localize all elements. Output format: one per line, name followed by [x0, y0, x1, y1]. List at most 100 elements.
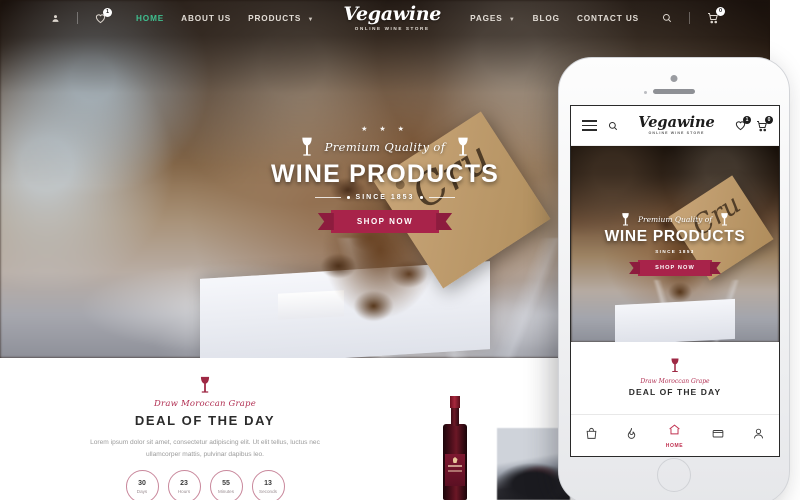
mobile-shop-now-label: SHOP NOW [638, 260, 712, 276]
nav-item-products-label: PRODUCTS [248, 13, 302, 23]
wallet-icon [711, 427, 725, 445]
since-dot [347, 196, 350, 199]
nav-item-pages-label: PAGES [470, 13, 503, 23]
chevron-down-icon: ▼ [508, 16, 516, 23]
phone-sensor [644, 91, 647, 94]
mobile-cart-button[interactable]: 0 [756, 115, 773, 132]
wine-glass-icon [455, 136, 471, 158]
wishlist-count-badge: 1 [102, 7, 112, 17]
search-icon[interactable] [608, 121, 618, 131]
deal-title: DEAL OF THE DAY [134, 413, 276, 428]
ribbon-tail-right [709, 262, 721, 274]
mobile-logo-tagline: ONLINE WINE STORE [648, 131, 705, 136]
mobile-header: Vegawine ONLINE WINE STORE 1 0 [571, 106, 779, 146]
nav-divider [76, 12, 78, 24]
mobile-deal-title: DEAL OF THE DAY [628, 387, 722, 397]
nav-item-products[interactable]: PRODUCTS ▼ [248, 14, 314, 23]
countdown-minutes-label: Minutes [217, 488, 235, 494]
wine-bottle-graphic [443, 396, 467, 500]
wine-glass-icon [719, 212, 730, 227]
countdown-hours: 23 Hours [167, 470, 201, 500]
tab-shop[interactable] [585, 427, 598, 445]
shop-now-label: SHOP NOW [330, 210, 440, 233]
phone-camera [670, 75, 678, 82]
phone-screen: Vegawine ONLINE WINE STORE 1 0 Cru Premi… [570, 105, 780, 457]
countdown-seconds-label: Seconds [259, 488, 277, 494]
since-dot [420, 196, 423, 199]
mobile-hero-section: Cru Premium Quality of WINE PRODUCTS SIN… [571, 146, 779, 342]
site-logo[interactable]: Vegawine ONLINE WINE STORE [343, 3, 442, 32]
wine-glass-icon [299, 136, 315, 158]
cart-count-badge: 0 [716, 7, 725, 16]
wine-glass-icon [620, 212, 631, 227]
wine-glass-icon [669, 356, 681, 375]
nav-divider [689, 12, 690, 24]
search-icon[interactable] [662, 13, 672, 23]
nav-item-blog[interactable]: BLOG [533, 14, 560, 23]
hero-since-label: SINCE 1853 [355, 194, 415, 201]
tab-home-label: HOME [665, 442, 684, 449]
shop-now-button[interactable]: SHOP NOW [317, 210, 453, 233]
phone-mockup: Vegawine ONLINE WINE STORE 1 0 Cru Premi… [558, 57, 790, 500]
countdown-minutes-value: 55 [222, 479, 230, 487]
countdown-days-value: 30 [138, 479, 146, 487]
user-icon [752, 427, 765, 445]
screenshot-stage: Cru 1 HOME ABOUT US PRODUCTS ▼ Vegawine … [0, 0, 800, 500]
mobile-hero-eyebrow: Premium Quality of [637, 215, 713, 224]
desktop-navbar: 1 HOME ABOUT US PRODUCTS ▼ Vegawine ONLI… [0, 0, 770, 36]
wine-glass-icon [198, 374, 212, 396]
deal-description: Lorem ipsum dolor sit amet, consectetur … [90, 439, 320, 459]
countdown-hours-value: 23 [180, 479, 188, 487]
logo-tagline: ONLINE WINE STORE [354, 26, 430, 31]
product-bottle-image[interactable] [418, 380, 492, 500]
hero-since-row: SINCE 1853 [315, 194, 455, 201]
wishlist-button[interactable]: 1 [95, 7, 112, 24]
phone-home-button[interactable] [657, 458, 691, 492]
ribbon-tail-left [317, 213, 334, 230]
user-icon[interactable] [51, 14, 60, 23]
hero-stars: ★ ★ ★ [361, 126, 409, 133]
tab-hot-deals[interactable] [625, 427, 638, 445]
mobile-cart-count-badge: 0 [765, 115, 773, 124]
tab-wallet[interactable] [711, 427, 725, 445]
tab-account[interactable] [752, 427, 765, 445]
mobile-hero-content: Premium Quality of WINE PRODUCTS SINCE 1… [571, 146, 779, 342]
home-icon [668, 423, 681, 441]
mobile-shop-now-button[interactable]: SHOP NOW [629, 260, 721, 276]
mobile-deal-script-subtitle: Draw Moroccan Grape [640, 378, 710, 385]
mobile-deal-section: Draw Moroccan Grape DEAL OF THE DAY [571, 342, 779, 416]
hero-eyebrow: Premium Quality of [324, 140, 446, 154]
bottle-cap [450, 396, 460, 408]
hero-headline: WINE PRODUCTS [270, 160, 500, 188]
cart-button[interactable]: 0 [707, 7, 725, 24]
chevron-down-icon: ▼ [307, 16, 315, 23]
ribbon-tail-left [629, 262, 641, 274]
mobile-hero-since-label: SINCE 1853 [655, 249, 695, 254]
mobile-tabbar: HOME [571, 414, 779, 456]
mobile-logo-wordmark: Vegawine [638, 113, 715, 131]
mobile-wishlist-button[interactable]: 1 [735, 116, 751, 131]
shopping-bag-icon [585, 427, 598, 445]
tab-home[interactable]: HOME [666, 423, 683, 449]
deal-script-subtitle: Draw Moroccan Grape [154, 399, 256, 409]
nav-item-home[interactable]: HOME [136, 14, 164, 23]
countdown-seconds-value: 13 [264, 479, 272, 487]
countdown-minutes: 55 Minutes [209, 470, 243, 500]
logo-wordmark: Vegawine [343, 3, 442, 25]
countdown-days: 30 Days [125, 470, 159, 500]
flame-icon [625, 427, 638, 445]
nav-item-contact-us[interactable]: CONTACT US [577, 14, 639, 23]
countdown-hours-label: Hours [177, 488, 191, 494]
countdown-timer: 30 Days 23 Hours 55 Minutes 13 Seconds [125, 470, 285, 500]
countdown-days-label: Days [136, 488, 148, 494]
nav-item-pages[interactable]: PAGES ▼ [470, 14, 516, 23]
ribbon-tail-right [436, 213, 453, 230]
hamburger-menu-icon[interactable] [582, 120, 597, 131]
mobile-wishlist-count-badge: 1 [743, 116, 751, 124]
since-rule-right [428, 197, 455, 198]
phone-speaker [653, 89, 695, 94]
nav-item-about-us[interactable]: ABOUT US [181, 14, 231, 23]
countdown-seconds: 13 Seconds [251, 470, 285, 500]
since-rule-left [315, 197, 342, 198]
mobile-logo[interactable]: Vegawine ONLINE WINE STORE [638, 113, 715, 136]
